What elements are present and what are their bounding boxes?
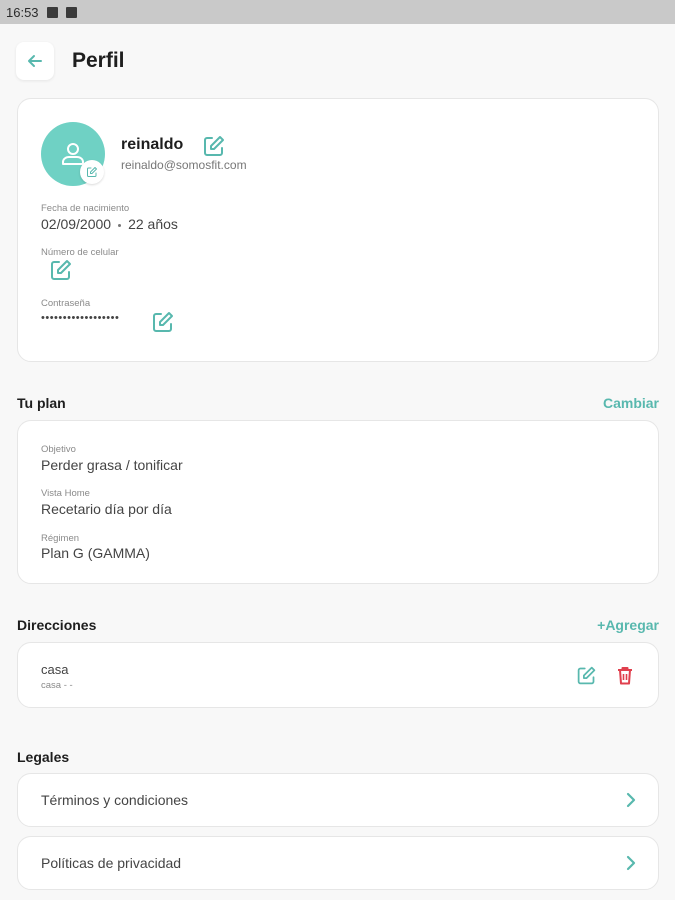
edit-icon: [87, 167, 97, 177]
privacy-item[interactable]: Políticas de privacidad: [17, 836, 659, 890]
password-value: ••••••••••••••••••: [41, 312, 120, 324]
chevron-right-icon: [626, 792, 636, 808]
status-time: 16:53: [6, 4, 39, 20]
address-name: casa: [41, 662, 69, 677]
addresses-section-title: Direcciones: [17, 617, 97, 633]
address-item[interactable]: casa casa - -: [17, 642, 659, 708]
trash-icon[interactable]: [617, 666, 633, 685]
regime-label: Régimen: [41, 533, 80, 544]
edit-password-icon[interactable]: [151, 310, 175, 334]
app-notification-icon: [65, 6, 77, 18]
age-value: 22 años: [128, 216, 178, 232]
home-view-label: Vista Home: [41, 488, 90, 499]
plan-section-title: Tu plan: [17, 395, 66, 411]
plan-card: Objetivo Perder grasa / tonificar Vista …: [17, 420, 659, 584]
objective-value: Perder grasa / tonificar: [41, 457, 183, 473]
page-title: Perfil: [72, 49, 125, 72]
birth-date-label: Fecha de nacimiento: [41, 203, 130, 214]
back-button[interactable]: [16, 42, 54, 80]
edit-address-icon[interactable]: [576, 665, 597, 686]
chevron-right-icon: [626, 855, 636, 871]
objective-label: Objetivo: [41, 444, 76, 455]
birth-date-value: 02/09/2000: [41, 216, 112, 232]
phone-label: Número de celular: [41, 247, 119, 258]
edit-phone-icon[interactable]: [49, 258, 73, 282]
back-arrow-icon: [28, 55, 42, 67]
profile-card: reinaldo reinaldo@somosfit.com Fecha de …: [17, 98, 659, 362]
change-plan-link[interactable]: Cambiar: [603, 395, 659, 411]
separator-dot: [118, 223, 122, 227]
regime-value: Plan G (GAMMA): [41, 545, 150, 561]
user-name: reinaldo: [121, 136, 184, 153]
password-label: Contraseña: [41, 298, 91, 309]
terms-label: Términos y condiciones: [41, 792, 189, 808]
user-email: reinaldo@somosfit.com: [121, 158, 247, 172]
legal-section-title: Legales: [17, 749, 70, 765]
edit-name-icon[interactable]: [202, 134, 226, 158]
privacy-label: Políticas de privacidad: [41, 855, 182, 871]
terms-item[interactable]: Términos y condiciones: [17, 773, 659, 827]
avatar-edit-button[interactable]: [80, 160, 104, 184]
status-bar: 16:53: [0, 0, 675, 24]
add-address-link[interactable]: +Agregar: [597, 617, 659, 633]
header: Perfil: [16, 40, 125, 82]
address-detail: casa - -: [41, 680, 73, 691]
birth-date-row: 02/09/2000 22 años: [41, 216, 178, 232]
image-notification-icon: [46, 6, 58, 18]
home-view-value: Recetario día por día: [41, 501, 172, 517]
